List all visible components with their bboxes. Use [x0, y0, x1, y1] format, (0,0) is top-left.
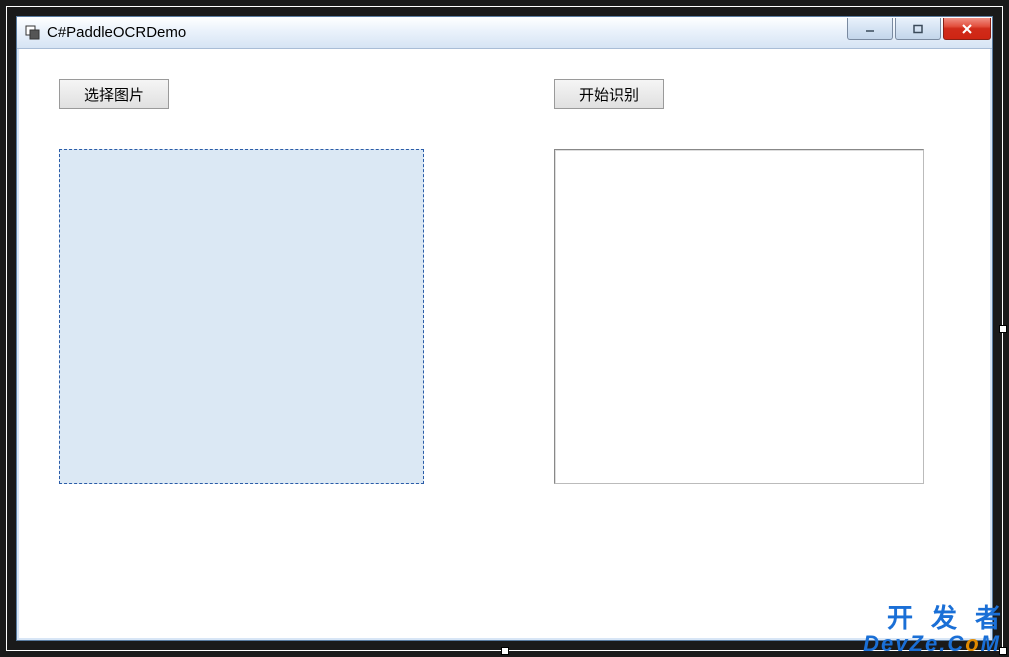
start-recognize-button[interactable]: 开始识别: [554, 79, 664, 109]
resize-handle-corner[interactable]: [999, 647, 1007, 655]
left-column: 选择图片: [59, 79, 424, 484]
window-title: C#PaddleOCRDemo: [47, 24, 845, 41]
right-column: 开始识别: [554, 79, 924, 484]
ocr-result-textbox[interactable]: [554, 149, 924, 484]
select-image-button[interactable]: 选择图片: [59, 79, 169, 109]
titlebar[interactable]: C#PaddleOCRDemo: [17, 17, 992, 49]
resize-handle-bottom[interactable]: [501, 647, 509, 655]
minimize-button[interactable]: [847, 18, 893, 40]
maximize-button[interactable]: [895, 18, 941, 40]
client-area: 选择图片 开始识别: [17, 49, 992, 640]
image-preview-box[interactable]: [59, 149, 424, 484]
close-button[interactable]: [943, 18, 991, 40]
window-controls: [845, 17, 992, 48]
resize-handle-right[interactable]: [999, 325, 1007, 333]
app-window: C#PaddleOCRDemo 选择图片 开始识别: [16, 16, 993, 641]
app-icon: [25, 25, 41, 41]
